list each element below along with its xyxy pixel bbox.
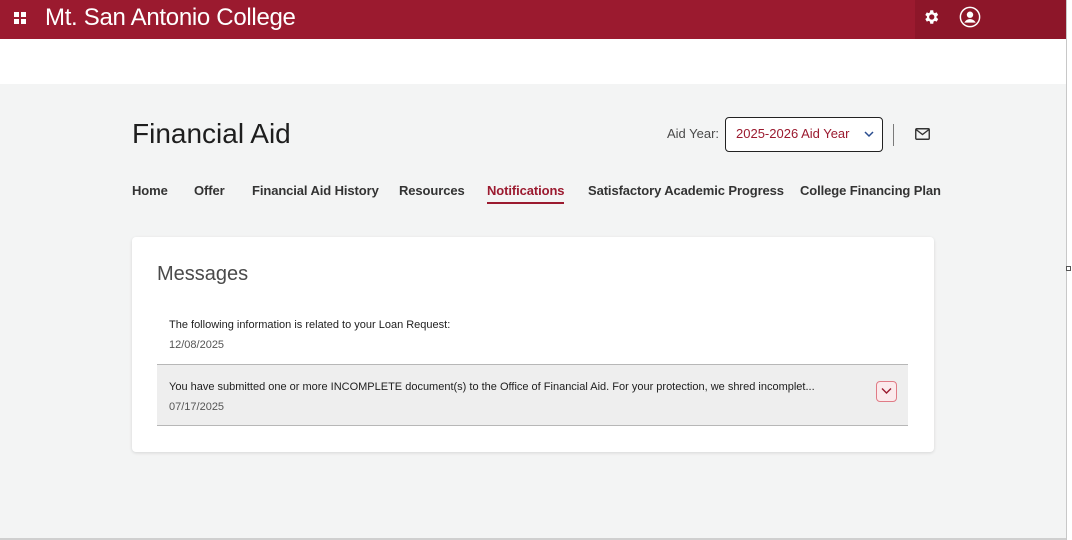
college-brand[interactable]: Mt. San Antonio College xyxy=(45,3,296,33)
message-text: The following information is related to … xyxy=(169,319,451,331)
tab-college-financing-plan[interactable]: College Financing Plan xyxy=(800,183,941,198)
tab-financial-aid-history[interactable]: Financial Aid History xyxy=(252,183,379,198)
message-item[interactable]: The following information is related to … xyxy=(157,301,908,363)
tab-home[interactable]: Home xyxy=(132,183,168,198)
page: Mt. San Antonio College Financial Aid Ai… xyxy=(0,0,1072,540)
tab-notifications[interactable]: Notifications xyxy=(487,183,565,204)
gear-icon[interactable] xyxy=(922,8,940,26)
subheader-strip xyxy=(0,39,1066,84)
message-text: You have submitted one or more INCOMPLET… xyxy=(169,381,815,393)
messages-title: Messages xyxy=(157,263,249,285)
message-date: 12/08/2025 xyxy=(169,339,225,351)
divider xyxy=(893,124,894,146)
page-title: Financial Aid xyxy=(132,118,291,149)
user-icon[interactable] xyxy=(959,6,981,28)
apps-grid-icon[interactable] xyxy=(14,12,26,24)
header-actions xyxy=(915,0,1066,39)
message-date: 07/17/2025 xyxy=(169,401,225,413)
aid-year-label: Aid Year: xyxy=(667,126,720,141)
tab-offer[interactable]: Offer xyxy=(194,183,225,198)
tab-resources[interactable]: Resources xyxy=(399,183,465,198)
resize-handle[interactable] xyxy=(1066,266,1071,271)
aid-year-value: 2025-2026 Aid Year xyxy=(736,126,850,141)
aid-year-select[interactable]: 2025-2026 Aid Year xyxy=(725,117,883,152)
messages-card: Messages The following information is re… xyxy=(132,237,934,452)
mail-icon[interactable] xyxy=(915,128,930,140)
expand-message-button[interactable] xyxy=(876,381,897,402)
chevron-down-icon xyxy=(864,131,874,138)
tab-satisfactory-academic-progress[interactable]: Satisfactory Academic Progress xyxy=(588,183,784,198)
message-item[interactable]: You have submitted one or more INCOMPLET… xyxy=(157,364,908,426)
top-header: Mt. San Antonio College xyxy=(0,0,1066,39)
chevron-down-icon xyxy=(881,388,892,394)
